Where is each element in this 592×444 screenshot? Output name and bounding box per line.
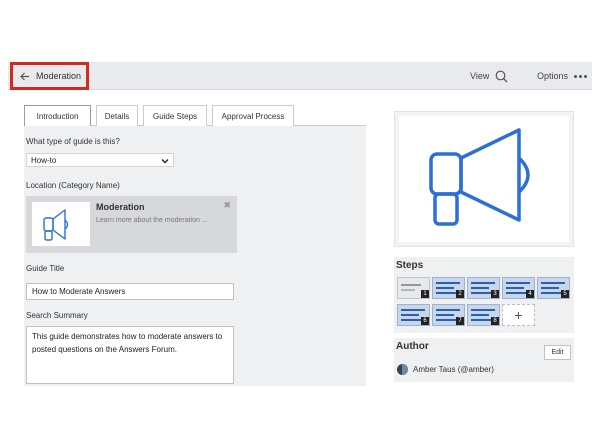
options-label: Options: [537, 71, 569, 81]
category-thumbnail: [32, 202, 90, 246]
author-title: Author: [396, 341, 429, 352]
chevron-down-icon: [161, 159, 169, 164]
guide-type-select[interactable]: How-to: [26, 153, 174, 167]
guide-type-value: How-to: [31, 155, 57, 165]
steps-panel: Steps 1 2 3 4 5 6 7 8 +: [394, 257, 574, 333]
top-bar: Moderation View Options: [8, 62, 592, 90]
location-label: Location (Category Name): [26, 181, 120, 190]
category-title: Moderation: [96, 202, 145, 212]
step-thumbnail[interactable]: 4: [502, 277, 535, 299]
step-number: 3: [491, 290, 499, 298]
tab-details[interactable]: Details: [96, 105, 138, 126]
search-icon: [495, 70, 508, 82]
step-number: 7: [456, 317, 464, 325]
more-horizontal-icon: [574, 74, 588, 78]
options-button[interactable]: Options: [537, 62, 588, 90]
steps-title: Steps: [396, 260, 424, 271]
author-panel: Author Edit Amber Taus (@amber): [394, 338, 574, 382]
megaphone-icon: [43, 209, 69, 241]
category-card[interactable]: Moderation Learn more about the moderati…: [26, 196, 237, 253]
megaphone-icon: [429, 128, 530, 226]
step-thumbnail[interactable]: 2: [432, 277, 465, 299]
hero-image-frame: [399, 116, 569, 242]
step-thumbnail[interactable]: 7: [432, 304, 465, 326]
step-thumbnail[interactable]: 5: [537, 277, 570, 299]
avatar: [397, 364, 408, 375]
guide-title-input[interactable]: How to Moderate Answers: [26, 283, 234, 300]
step-number: 6: [421, 317, 429, 325]
close-icon[interactable]: ✖: [223, 200, 231, 211]
tab-introduction[interactable]: Introduction: [24, 105, 91, 127]
back-button[interactable]: Moderation: [10, 62, 89, 90]
tab-guide-steps[interactable]: Guide Steps: [143, 105, 207, 126]
step-thumbnail[interactable]: 1: [397, 277, 430, 299]
edit-author-button[interactable]: Edit: [544, 345, 571, 360]
step-number: 2: [456, 290, 464, 298]
search-summary-label: Search Summary: [26, 311, 88, 320]
guide-title-label: Guide Title: [26, 264, 65, 273]
arrow-left-icon: [20, 72, 29, 80]
back-button-label: Moderation: [36, 71, 82, 81]
search-summary-textarea[interactable]: This guide demonstrates how to moderate …: [26, 326, 234, 384]
step-thumbnail[interactable]: 3: [467, 277, 500, 299]
step-thumbnail[interactable]: 6: [397, 304, 430, 326]
guide-type-label: What type of guide is this?: [26, 137, 120, 146]
guide-hero-image[interactable]: [394, 111, 574, 247]
tab-approval-process[interactable]: Approval Process: [212, 105, 294, 126]
introduction-form: What type of guide is this? How-to Locat…: [24, 126, 366, 386]
tab-bar: Introduction Details Guide Steps Approva…: [24, 105, 366, 127]
add-step-button[interactable]: +: [502, 304, 535, 326]
step-thumbnail[interactable]: 8: [467, 304, 500, 326]
author-row[interactable]: Amber Taus (@amber): [397, 364, 494, 375]
step-number: 8: [491, 317, 499, 325]
step-number: 4: [526, 290, 534, 298]
category-description: Learn more about the moderation ...: [96, 217, 208, 224]
view-label: View: [470, 71, 490, 81]
view-button[interactable]: View: [470, 62, 508, 90]
author-name: Amber Taus (@amber): [413, 365, 494, 374]
guide-title-value: How to Moderate Answers: [32, 287, 126, 296]
step-number: 1: [421, 290, 429, 298]
step-number: 5: [561, 290, 569, 298]
